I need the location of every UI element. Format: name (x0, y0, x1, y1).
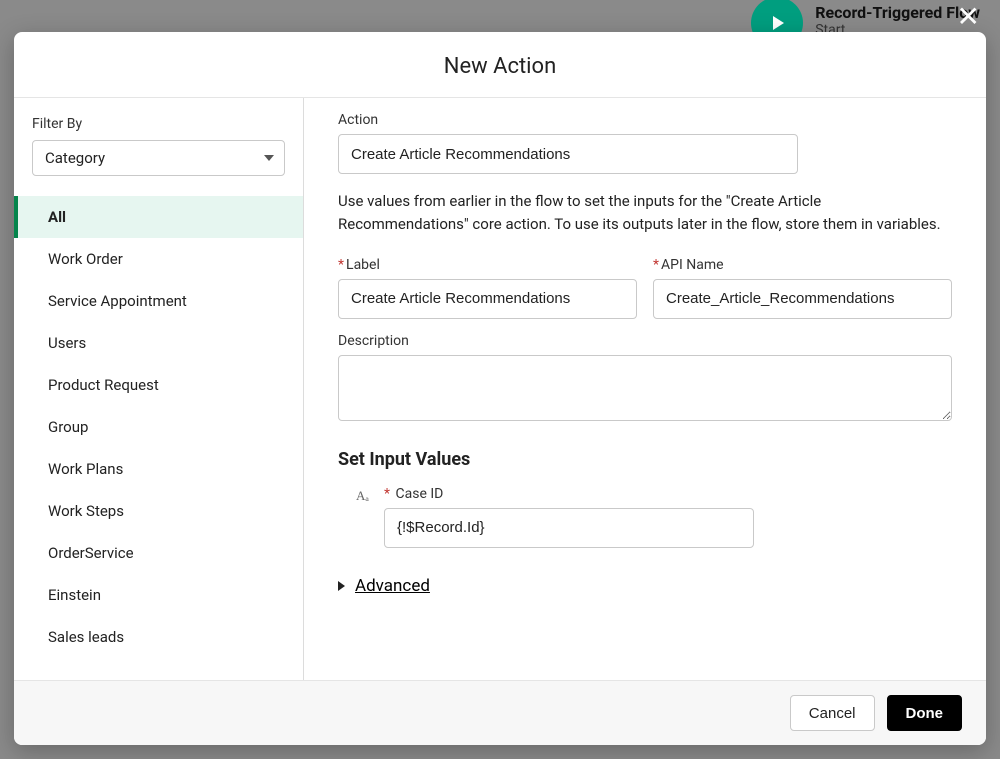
category-item[interactable]: Work Plans (14, 448, 303, 490)
modal-header: New Action (14, 32, 986, 98)
category-list: AllWork OrderService AppointmentUsersPro… (14, 196, 303, 658)
new-action-modal: New Action Filter By Category AllWork Or… (14, 32, 986, 745)
input-value-label: * Case ID (384, 486, 754, 502)
input-value-input[interactable] (384, 508, 754, 548)
text-type-icon: Aₐ (356, 488, 374, 504)
label-field-label: *Label (338, 257, 637, 273)
chevron-right-icon (338, 581, 345, 591)
input-value-row: Aₐ * Case ID (356, 486, 952, 548)
category-item[interactable]: Work Order (14, 238, 303, 280)
flow-node-title: Record-Triggered Flow (815, 3, 980, 22)
cancel-button[interactable]: Cancel (790, 695, 875, 731)
category-item[interactable]: Users (14, 322, 303, 364)
description-textarea[interactable] (338, 355, 952, 421)
category-item[interactable]: OrderService (14, 532, 303, 574)
category-item[interactable]: Group (14, 406, 303, 448)
category-item[interactable]: Work Steps (14, 490, 303, 532)
category-item[interactable]: Product Request (14, 364, 303, 406)
category-sidebar: Filter By Category AllWork OrderService … (14, 98, 304, 680)
action-config-panel: Action Use values from earlier in the fl… (304, 98, 986, 680)
description-field-label: Description (338, 333, 952, 349)
action-input[interactable] (338, 134, 798, 174)
modal-footer: Cancel Done (14, 680, 986, 745)
label-input[interactable] (338, 279, 637, 319)
api-name-field-label: *API Name (653, 257, 952, 273)
category-item[interactable]: Einstein (14, 574, 303, 616)
modal-title: New Action (14, 54, 986, 79)
category-item[interactable]: Service Appointment (14, 280, 303, 322)
filter-by-select[interactable]: Category (32, 140, 285, 176)
category-item[interactable]: All (14, 196, 303, 238)
chevron-down-icon (264, 155, 274, 161)
api-name-input[interactable] (653, 279, 952, 319)
action-field-label: Action (338, 112, 798, 128)
helper-text: Use values from earlier in the flow to s… (338, 190, 952, 237)
filter-by-value: Category (45, 149, 105, 167)
advanced-label: Advanced (355, 576, 430, 596)
close-icon[interactable]: ✕ (957, 0, 980, 33)
filter-by-label: Filter By (14, 116, 303, 140)
set-input-values-heading: Set Input Values (338, 449, 952, 470)
category-item[interactable]: Sales leads (14, 616, 303, 658)
done-button[interactable]: Done (887, 695, 963, 731)
advanced-toggle[interactable]: Advanced (338, 576, 952, 596)
